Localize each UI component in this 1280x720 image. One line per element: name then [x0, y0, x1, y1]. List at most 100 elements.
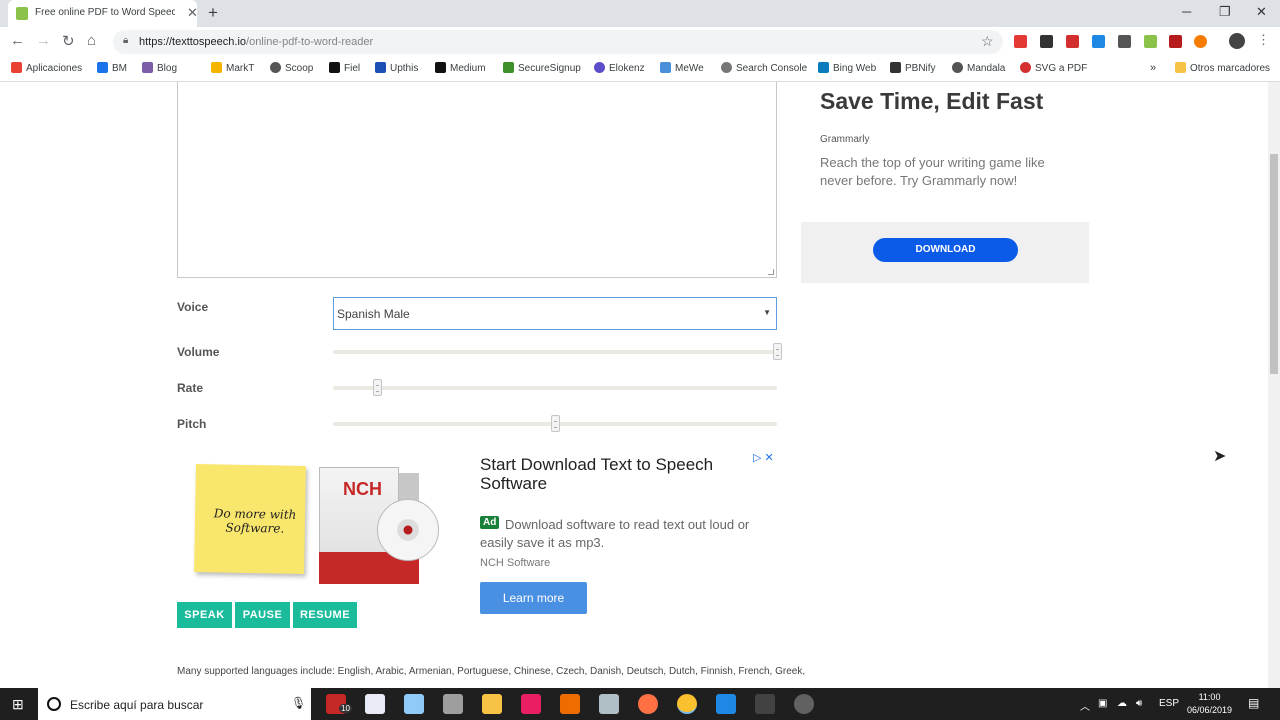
bookmark-item[interactable]: PBNify [890, 62, 936, 74]
new-tab-button[interactable]: + [208, 3, 218, 23]
ad-headline[interactable]: Start Download Text to Speech Software [480, 455, 750, 493]
taskbar-app-icon[interactable] [404, 694, 424, 714]
bookmark-label: Scoop [285, 63, 314, 74]
supported-languages-text: Many supported languages include: Englis… [177, 666, 806, 677]
bookmark-label: Upthis [390, 63, 419, 74]
extension-icon[interactable] [1118, 35, 1131, 48]
firefox-icon[interactable] [638, 694, 658, 714]
ad-brand: Grammarly [820, 134, 870, 145]
window-close-button[interactable]: ✕ [1256, 4, 1267, 20]
scrollbar-thumb[interactable] [1270, 154, 1278, 374]
learn-more-button[interactable]: Learn more [480, 582, 587, 614]
pitch-label: Pitch [177, 417, 207, 431]
reload-icon[interactable]: ↻ [62, 32, 75, 50]
other-bookmarks-folder[interactable]: Otros marcadores [1175, 62, 1270, 74]
ad-description: Download software to read text out loud … [480, 517, 750, 550]
address-bar[interactable]: 🔒︎ https://texttospeech.io/online-pdf-to… [113, 30, 1003, 54]
file-explorer-icon[interactable] [482, 694, 502, 714]
microphone-icon[interactable]: 🎙︎ [291, 696, 306, 710]
bookmark-item[interactable]: Bing Web [818, 62, 876, 74]
more-bookmarks-button[interactable]: » [1150, 62, 1156, 74]
menu-icon[interactable]: ⋮ [1257, 32, 1270, 48]
bookmark-star-icon[interactable]: ☆ [981, 33, 994, 50]
extension-icon[interactable] [1169, 35, 1182, 48]
taskbar-app-icon[interactable] [521, 694, 541, 714]
text-input-area[interactable] [177, 82, 777, 278]
taskbar-app-icon[interactable] [443, 694, 463, 714]
resume-button[interactable]: RESUME [293, 602, 357, 628]
language-indicator[interactable]: ESP [1159, 698, 1179, 709]
bookmark-item[interactable]: SVG a PDF [1020, 62, 1087, 74]
extension-icon[interactable] [1040, 35, 1053, 48]
forward-icon[interactable]: → [36, 32, 51, 49]
tab-close-icon[interactable]: ✕ [187, 5, 198, 21]
taskbar-search-box[interactable]: Escribe aquí para buscar 🎙︎ [38, 688, 311, 720]
action-center-icon[interactable]: ▤ [1248, 696, 1259, 710]
taskbar-app-icon[interactable] [794, 694, 814, 714]
bookmark-icon [503, 62, 514, 73]
pitch-slider-thumb[interactable] [551, 415, 560, 432]
volume-slider[interactable] [333, 343, 782, 360]
taskbar-app-icon[interactable] [755, 694, 775, 714]
minimize-button[interactable]: ─ [1182, 4, 1191, 19]
voice-select[interactable]: Spanish Male ▼ [333, 297, 777, 330]
windows-start-icon[interactable]: ⊞ [12, 696, 24, 713]
back-icon[interactable]: ← [10, 32, 25, 49]
bookmark-item[interactable]: Mandala [952, 62, 1005, 74]
taskbar-app-icon[interactable] [365, 694, 385, 714]
tray-app-icon[interactable]: ▣ [1098, 698, 1107, 709]
home-icon[interactable]: ⌂ [87, 32, 96, 49]
extension-icon[interactable] [1092, 35, 1105, 48]
bookmark-item[interactable]: MarkT [211, 62, 254, 74]
extension-icon[interactable] [1194, 35, 1207, 48]
resize-handle[interactable] [768, 269, 774, 275]
browser-tab[interactable]: Free online PDF to Word Speech ✕ [8, 0, 198, 27]
chrome-icon[interactable] [677, 694, 697, 714]
nch-advertisement[interactable]: Do more with Software. NCH Start Downloa… [177, 447, 777, 614]
bookmark-icon [721, 62, 732, 73]
bookmark-label: Search Console [736, 63, 808, 74]
bookmark-item[interactable]: Elokenz [594, 62, 645, 74]
bookmark-item[interactable]: Upthis [375, 62, 418, 74]
bookmark-item[interactable]: Scoop [270, 62, 313, 74]
extension-icon[interactable] [1066, 35, 1079, 48]
taskbar-app-icon[interactable] [716, 694, 736, 714]
extension-icon[interactable] [1014, 35, 1027, 48]
pitch-slider[interactable] [333, 415, 777, 432]
taskbar-app-icon[interactable] [560, 694, 580, 714]
speak-button[interactable]: SPEAK [177, 602, 232, 628]
bookmark-item[interactable]: Medium [435, 62, 486, 74]
taskbar-app-icon[interactable] [599, 694, 619, 714]
bookmark-item[interactable]: MeWe [660, 62, 704, 74]
bookmark-item[interactable]: BM [97, 62, 127, 74]
extension-icon[interactable] [1144, 35, 1157, 48]
pause-button[interactable]: PAUSE [235, 602, 290, 628]
bookmark-item[interactable]: Search Console [721, 62, 807, 74]
browser-titlebar: Free online PDF to Word Speech ✕ + ─ ❐ ✕ [0, 0, 1280, 27]
bookmark-icon [270, 62, 281, 73]
adchoices-icon[interactable]: ▷ ✕ [753, 451, 774, 464]
bookmark-label: Bing Web [833, 63, 877, 74]
bookmark-item[interactable]: SecureSignup [503, 62, 581, 74]
grammarly-advertisement[interactable]: Save Time, Edit Fast Grammarly Reach the… [801, 82, 1089, 283]
dropdown-arrow-icon: ▼ [763, 308, 771, 317]
folder-icon [1175, 62, 1186, 73]
page-scrollbar[interactable] [1268, 82, 1280, 688]
rate-slider[interactable] [333, 379, 777, 396]
bookmark-icon [1020, 62, 1031, 73]
sticky-note-image: Do more with Software. [194, 464, 306, 574]
restore-button[interactable]: ❐ [1219, 4, 1231, 20]
rate-slider-thumb[interactable] [373, 379, 383, 396]
bookmark-item[interactable]: Fiel [329, 62, 360, 74]
system-clock[interactable]: 11:00 06/06/2019 [1187, 691, 1232, 717]
volume-slider-thumb[interactable] [773, 343, 782, 360]
bookmark-item[interactable]: Aplicaciones [11, 62, 82, 74]
onedrive-icon[interactable]: ☁ [1117, 698, 1127, 709]
windows-taskbar: ⊞ Escribe aquí para buscar 🎙︎ 10 ︿ ▣ ☁ 🔊… [0, 688, 1280, 720]
tray-overflow-icon[interactable]: ︿ [1080, 698, 1090, 713]
ad-headline[interactable]: Save Time, Edit Fast [820, 88, 1043, 115]
download-button[interactable]: DOWNLOAD [873, 238, 1018, 262]
volume-icon[interactable]: 🔊︎ [1136, 698, 1142, 709]
profile-avatar[interactable] [1229, 33, 1245, 49]
bookmark-item[interactable]: Blog [142, 62, 177, 74]
